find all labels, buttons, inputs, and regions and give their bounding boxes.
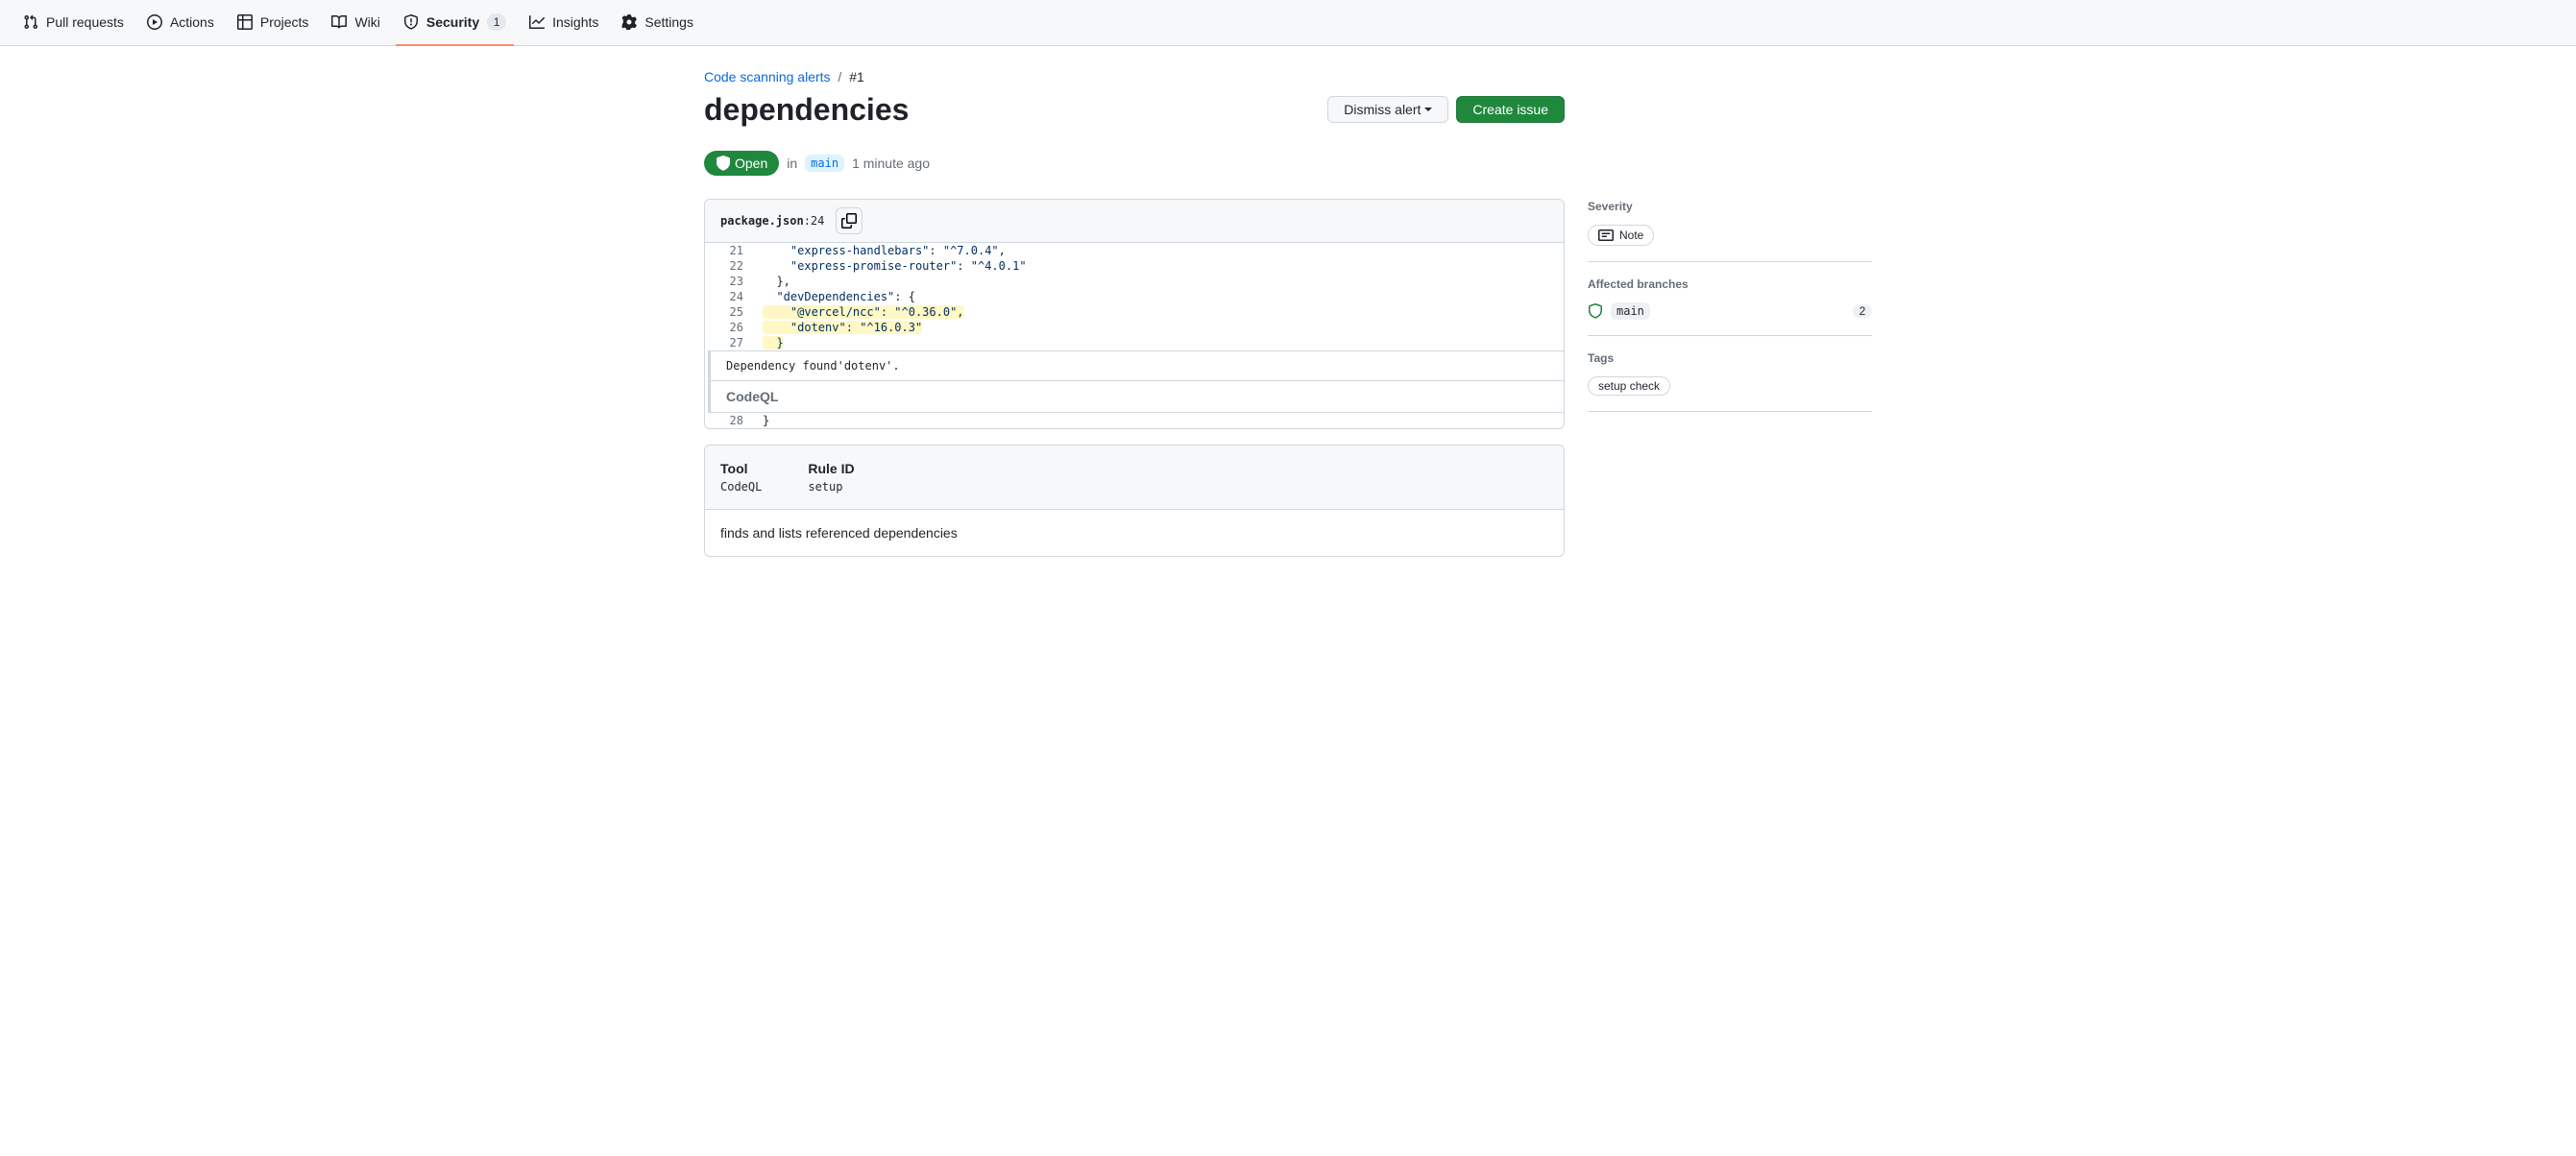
create-issue-button[interactable]: Create issue (1456, 96, 1565, 123)
copy-button[interactable] (836, 207, 863, 234)
gear-icon (621, 14, 637, 30)
code-line: 22 "express-promise-router": "^4.0.1" (705, 258, 1564, 274)
code-lines-trailing: 28} (705, 413, 1564, 428)
security-counter: 1 (487, 13, 506, 31)
branch-name: main (1611, 302, 1650, 320)
line-number: 26 (705, 320, 753, 335)
code-line: 24 "devDependencies": { (705, 289, 1564, 304)
graph-icon (529, 14, 545, 30)
book-icon (331, 14, 347, 30)
code-line: 27 } (705, 335, 1564, 350)
branch-count: 2 (1853, 304, 1872, 318)
line-number: 25 (705, 304, 753, 320)
shield-icon (403, 14, 419, 30)
tab-insights[interactable]: Insights (522, 0, 606, 46)
line-content: } (753, 335, 1564, 350)
alert-tool[interactable]: CodeQL (708, 380, 1564, 413)
code-line: 23 }, (705, 274, 1564, 289)
code-snippet: package.json:24 21 "express-handlebars":… (704, 199, 1565, 429)
line-content: "dotenv": "^16.0.3" (753, 320, 1564, 335)
table-icon (237, 14, 253, 30)
tab-actions[interactable]: Actions (139, 0, 222, 46)
tags-title: Tags (1588, 351, 1872, 365)
line-content: "express-handlebars": "^7.0.4", (753, 243, 1564, 258)
chevron-down-icon (1424, 108, 1432, 111)
code-lines: 21 "express-handlebars": "^7.0.4",22 "ex… (705, 243, 1564, 350)
tool-value: CodeQL (720, 480, 762, 494)
line-content: "@vercel/ncc": "^0.36.0", (753, 304, 1564, 320)
code-line: 28} (705, 413, 1564, 428)
shield-check-icon (1588, 303, 1603, 319)
tag-chip[interactable]: setup check (1588, 376, 1670, 396)
line-number: 22 (705, 258, 753, 274)
tab-projects[interactable]: Projects (230, 0, 317, 46)
rule-description: finds and lists referenced dependencies (705, 510, 1564, 556)
dismiss-alert-button[interactable]: Dismiss alert (1327, 96, 1448, 123)
line-number: 24 (705, 289, 753, 304)
line-content: "devDependencies": { (753, 289, 1564, 304)
line-content: } (753, 413, 1564, 428)
rule-info: Tool CodeQL Rule ID setup finds and list… (704, 445, 1565, 557)
breadcrumb-parent[interactable]: Code scanning alerts (704, 69, 831, 84)
tab-label: Security (426, 14, 479, 30)
tab-label: Actions (170, 14, 214, 30)
code-line: 26 "dotenv": "^16.0.3" (705, 320, 1564, 335)
state-badge: Open (704, 151, 779, 176)
rule-id-label: Rule ID (808, 461, 854, 476)
line-number: 21 (705, 243, 753, 258)
tab-settings[interactable]: Settings (614, 0, 701, 46)
line-number: 27 (705, 335, 753, 350)
repo-tabs: Pull requests Actions Projects Wiki Secu… (0, 0, 2576, 46)
branch-chip[interactable]: main (805, 155, 844, 172)
line-content: "express-promise-router": "^4.0.1" (753, 258, 1564, 274)
alert-message: Dependency found'dotenv'. (708, 350, 1564, 380)
tab-label: Pull requests (46, 14, 124, 30)
line-number: 23 (705, 274, 753, 289)
breadcrumb-current: #1 (849, 69, 864, 84)
play-icon (147, 14, 162, 30)
rule-id-value: setup (808, 480, 854, 494)
copy-icon (841, 213, 857, 229)
status-row: Open in main 1 minute ago (704, 151, 1565, 176)
in-label: in (787, 156, 797, 171)
tab-security[interactable]: Security 1 (396, 0, 514, 46)
page-title: dependencies (704, 92, 909, 128)
line-ref: :24 (804, 214, 825, 228)
breadcrumb-separator: / (838, 69, 841, 84)
severity-badge: Note (1588, 225, 1654, 246)
line-content: }, (753, 274, 1564, 289)
filename[interactable]: package.json (720, 214, 804, 228)
tool-label: Tool (720, 461, 762, 476)
breadcrumb: Code scanning alerts / #1 (704, 69, 1565, 84)
note-icon (1598, 228, 1614, 243)
state-text: Open (735, 156, 767, 171)
tab-label: Projects (260, 14, 309, 30)
severity-value: Note (1619, 229, 1643, 242)
tab-label: Insights (552, 14, 598, 30)
code-line: 25 "@vercel/ncc": "^0.36.0", (705, 304, 1564, 320)
tab-label: Wiki (354, 14, 379, 30)
tab-wiki[interactable]: Wiki (324, 0, 387, 46)
line-number: 28 (705, 413, 753, 428)
tab-label: Settings (644, 14, 693, 30)
code-line: 21 "express-handlebars": "^7.0.4", (705, 243, 1564, 258)
timestamp: 1 minute ago (852, 156, 930, 171)
git-pull-request-icon (23, 14, 38, 30)
shield-icon (716, 156, 731, 171)
severity-title: Severity (1588, 200, 1872, 213)
tab-pull-requests[interactable]: Pull requests (15, 0, 132, 46)
branches-title: Affected branches (1588, 277, 1872, 291)
affected-branch-row[interactable]: main 2 (1588, 302, 1872, 320)
